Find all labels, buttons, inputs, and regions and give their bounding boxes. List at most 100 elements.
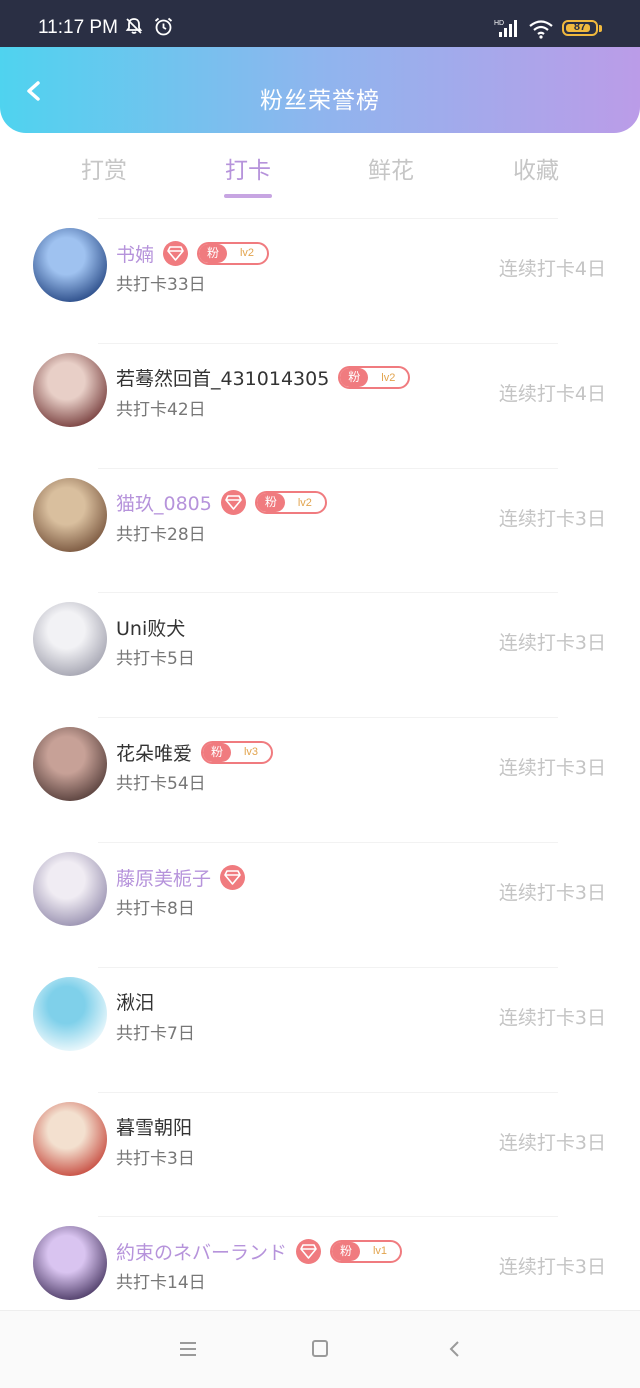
streak-days: 连续打卡3日 <box>498 757 606 780</box>
list-item[interactable]: 若蓦然回首_431014305 粉 lv2 共打卡42日 连续打卡4日 <box>0 342 640 468</box>
total-checkins: 共打卡5日 <box>116 649 195 670</box>
row-divider <box>98 717 558 719</box>
row-divider <box>98 966 558 968</box>
alarm-icon <box>154 17 173 36</box>
row-divider <box>98 342 558 344</box>
page-title: 粉丝荣誉榜 <box>260 88 380 114</box>
name-line: 藤原美栀子 <box>116 862 246 892</box>
list-item[interactable]: Uni败犬共打卡5日 连续打卡3日 <box>0 592 640 717</box>
tab-label: 鲜花 <box>368 158 414 184</box>
fan-badge-label: 粉 <box>203 742 232 762</box>
streak-days: 连续打卡3日 <box>498 1256 606 1279</box>
tab-label: 收藏 <box>513 158 559 184</box>
streak-days: 连续打卡4日 <box>498 382 606 405</box>
tab-active-indicator <box>224 194 272 198</box>
total-checkins: 共打卡42日 <box>116 399 206 420</box>
user-name[interactable]: 花朵唯爱 <box>116 739 192 766</box>
nav-home-button[interactable] <box>305 1337 335 1361</box>
diamond-icon <box>296 1238 322 1264</box>
streak-days: 连续打卡3日 <box>498 1131 606 1154</box>
fan-level: lv3 <box>243 746 259 759</box>
user-name[interactable]: 湫汨 <box>116 988 154 1015</box>
row-divider <box>98 467 558 469</box>
back-icon <box>449 1341 459 1357</box>
streak-days: 连续打卡3日 <box>498 632 606 655</box>
name-line: 若蓦然回首_431014305 粉 lv2 <box>116 363 411 393</box>
list-item[interactable]: 暮雪朝阳共打卡3日 连续打卡3日 <box>0 1091 640 1217</box>
avatar[interactable] <box>33 477 107 552</box>
total-checkins: 共打卡7日 <box>116 1023 195 1044</box>
status-time: 11:17 PM <box>38 17 118 38</box>
avatar[interactable] <box>33 352 107 427</box>
user-name[interactable]: 若蓦然回首_431014305 <box>116 364 329 391</box>
menu-icon <box>180 1342 196 1356</box>
avatar[interactable] <box>33 852 107 926</box>
tab-checkin[interactable]: 打卡 <box>188 151 308 201</box>
fan-level: lv1 <box>372 1245 388 1258</box>
total-checkins: 共打卡3日 <box>116 1148 195 1169</box>
diamond-icon <box>220 490 246 516</box>
system-nav-bar <box>0 1310 640 1388</box>
fan-level-badge: 粉 lv1 <box>330 1239 403 1263</box>
tab-reward[interactable]: 打赏 <box>44 151 164 201</box>
fan-level: lv2 <box>381 371 396 384</box>
fan-level-badge: 粉 lv2 <box>254 491 327 515</box>
fan-level-badge: 粉 lv3 <box>201 740 274 764</box>
name-line: 約束のネバーランド 粉 lv1 <box>116 1236 403 1266</box>
fan-level-badge: 粉 lv2 <box>197 241 270 265</box>
avatar[interactable] <box>33 228 107 302</box>
row-divider <box>98 1216 558 1218</box>
list-item[interactable]: 猫玖_0805 粉 lv2 共打卡28日 连续打卡3日 <box>0 467 640 593</box>
avatar[interactable] <box>33 976 107 1051</box>
streak-days: 连续打卡3日 <box>498 882 606 904</box>
user-name[interactable]: 約束のネバーランド <box>116 1238 287 1265</box>
tab-bar: 打赏 打卡 鲜花 收藏 <box>0 133 640 205</box>
user-name[interactable]: 藤原美栀子 <box>116 864 211 891</box>
fan-badge-label: 粉 <box>256 493 285 513</box>
diamond-icon <box>163 240 189 266</box>
home-icon <box>312 1340 328 1357</box>
tab-flowers[interactable]: 鲜花 <box>331 151 451 201</box>
page-header: 粉丝荣誉榜 <box>0 47 640 133</box>
silent-icon <box>125 18 143 34</box>
avatar[interactable] <box>33 1101 107 1176</box>
battery-nub <box>599 25 602 32</box>
avatar[interactable] <box>33 1226 107 1301</box>
tab-label: 打卡 <box>225 158 271 184</box>
total-checkins: 共打卡28日 <box>116 524 206 545</box>
row-divider <box>98 592 558 594</box>
battery-indicator: 87 <box>562 20 598 36</box>
streak-days: 连续打卡3日 <box>498 507 606 530</box>
name-line: 猫玖_0805 粉 lv2 <box>116 488 327 518</box>
user-name[interactable]: 暮雪朝阳 <box>116 1113 192 1140</box>
list-item[interactable]: 湫汨共打卡7日 连续打卡3日 <box>0 966 640 1092</box>
tab-favorites[interactable]: 收藏 <box>476 151 596 201</box>
fan-badge-label: 粉 <box>199 243 228 263</box>
total-checkins: 共打卡54日 <box>116 774 206 795</box>
streak-days: 连续打卡4日 <box>498 258 606 280</box>
name-line: 花朵唯爱粉 lv3 <box>116 737 274 767</box>
user-name[interactable]: Uni败犬 <box>116 614 185 641</box>
list-item[interactable]: 花朵唯爱粉 lv3 共打卡54日 连续打卡3日 <box>0 717 640 842</box>
avatar[interactable] <box>33 727 107 802</box>
total-checkins: 共打卡8日 <box>116 899 195 919</box>
streak-days: 连续打卡3日 <box>498 1006 606 1029</box>
fan-badge-label: 粉 <box>332 1241 361 1261</box>
fan-level: lv2 <box>297 496 312 509</box>
tab-label: 打赏 <box>81 158 127 184</box>
user-name[interactable]: 书婻 <box>116 240 154 267</box>
nav-back-button[interactable] <box>440 1337 470 1361</box>
row-divider <box>98 218 558 219</box>
diamond-icon <box>220 864 246 890</box>
list-item[interactable]: 藤原美栀子共打卡8日 连续打卡3日 <box>0 842 640 967</box>
avatar[interactable] <box>33 602 107 677</box>
user-name[interactable]: 猫玖_0805 <box>116 489 212 516</box>
name-line: Uni败犬 <box>116 612 185 642</box>
row-divider <box>98 842 558 843</box>
nav-menu-button[interactable] <box>173 1337 203 1361</box>
fan-level: lv2 <box>239 247 255 259</box>
list-item[interactable]: 书婻 粉 lv2 共打卡33日 连续打卡4日 <box>0 218 640 343</box>
battery-level: 87 <box>573 21 587 33</box>
signal-icon: HD <box>494 20 517 37</box>
name-line: 书婻 粉 lv2 <box>116 238 270 268</box>
